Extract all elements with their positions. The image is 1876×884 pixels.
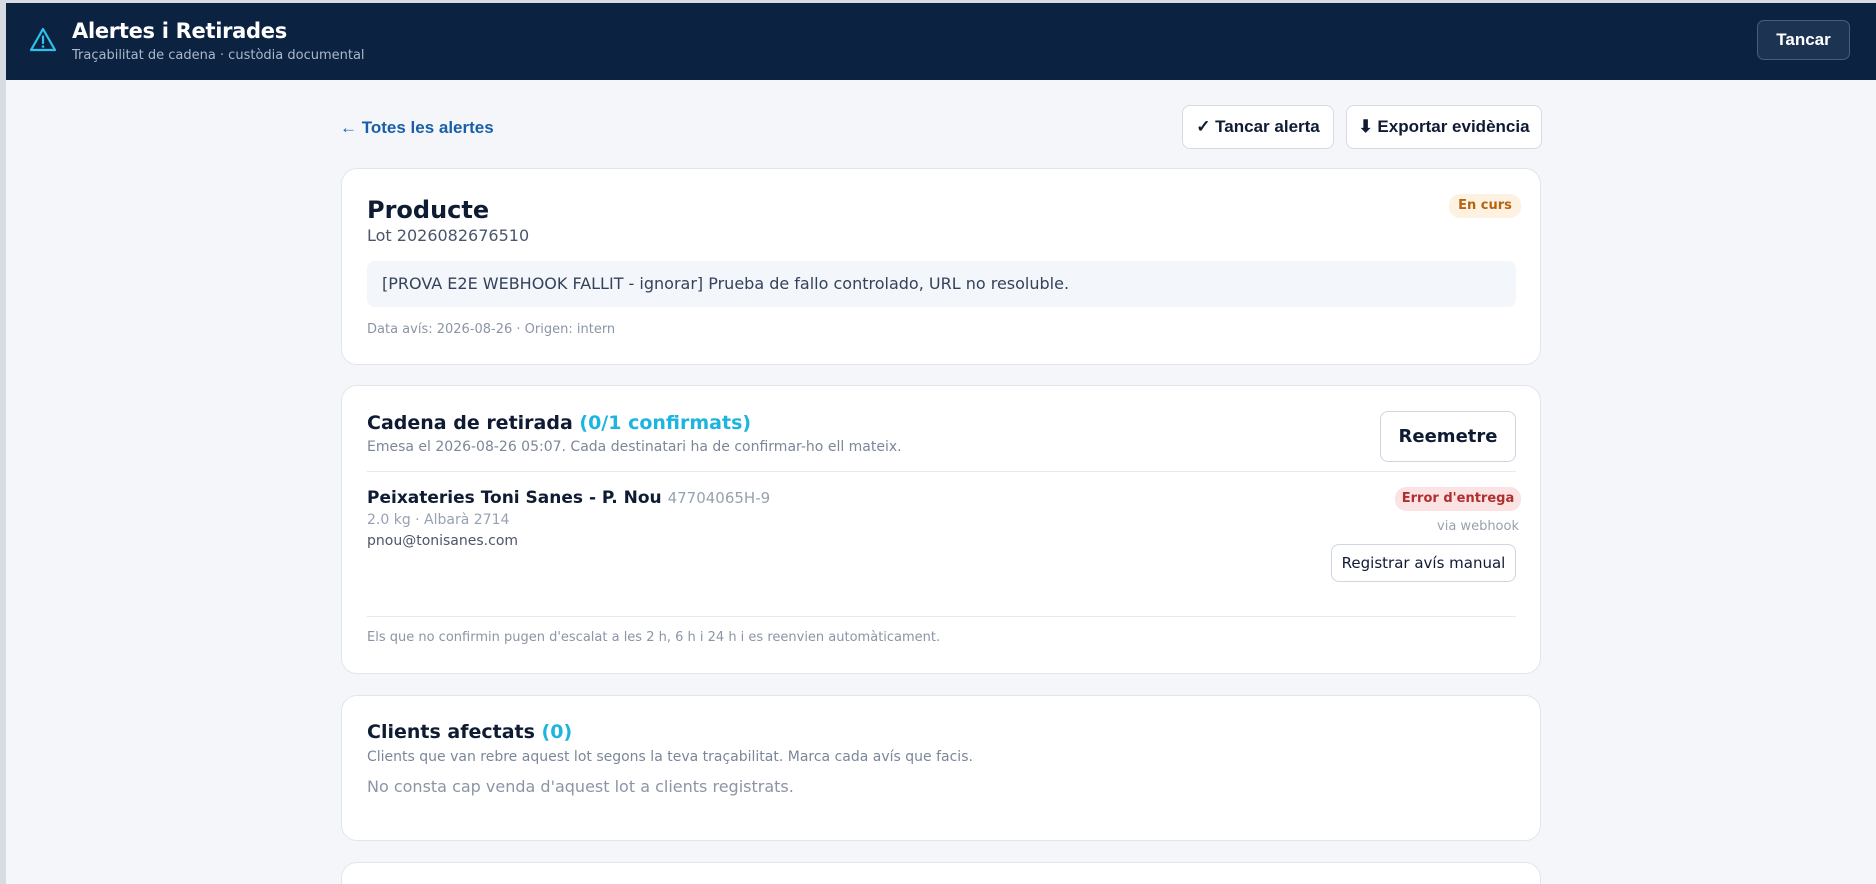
app-title: Alertes i Retirades [72,19,287,43]
recipient-name: Peixateries Toni Sanes - P. Nou [367,488,662,508]
recipient-email: pnou@tonisanes.com [367,533,519,549]
clients-empty-state: No consta cap venda d'aquest lot a clien… [367,777,794,796]
product-lot: Lot 2026082676510 [367,226,530,245]
clients-count: (0) [541,721,573,743]
chain-subtitle: Emesa el 2026-08-26 05:07. Cada destinat… [367,439,902,455]
recipient-heading: Peixateries Toni Sanes - P. Nou 47704065… [367,488,770,508]
alert-description: [PROVA E2E WEBHOOK FALLIT - ignorar] Pru… [367,261,1516,307]
app-window: Alertes i Retirades Traçabilitat de cade… [6,3,1876,884]
next-section-card [341,862,1541,884]
chain-footer-divider [367,616,1516,617]
register-manual-notice-button[interactable]: Registrar avís manual [1331,544,1516,582]
withdrawal-chain-card: Cadena de retirada (0/1 confirmats) Emes… [341,385,1541,674]
recipient-tax-id: 47704065H-9 [667,489,771,507]
export-evidence-button[interactable]: ⬇ Exportar evidència [1346,105,1542,149]
clients-title: Clients afectats [367,721,535,743]
top-bar: Alertes i Retirades Traçabilitat de cade… [6,3,1876,80]
affected-clients-card: Clients afectats (0) Clients que van reb… [341,695,1541,841]
alert-meta: Data avís: 2026-08-26 · Origen: intern [367,322,616,337]
app-subtitle: Traçabilitat de cadena · custòdia docume… [72,48,365,63]
status-badge: En curs [1449,194,1521,218]
chain-divider [367,471,1516,472]
warning-triangle-icon [29,27,57,52]
delivery-channel: via webhook [1437,519,1519,534]
chain-count: (0/1 confirmats) [579,412,752,434]
product-card: Producte Lot 2026082676510 En curs [PROV… [341,168,1541,365]
chain-title: Cadena de retirada [367,412,573,434]
recipient-detail: 2.0 kg · Albarà 2714 [367,512,510,528]
back-to-alerts-link[interactable]: ← Totes les alertes [340,118,494,138]
product-title: Producte [367,196,490,224]
close-button[interactable]: Tancar [1757,20,1850,60]
escalation-note: Els que no confirmin pugen d'escalat a l… [367,630,941,645]
delivery-status-badge: Error d'entrega [1395,487,1521,511]
close-alert-button[interactable]: ✓ Tancar alerta [1182,105,1334,149]
clients-heading: Clients afectats (0) [367,721,572,743]
clients-subtitle: Clients que van rebre aquest lot segons … [367,749,973,765]
resend-button[interactable]: Reemetre [1380,411,1516,462]
chain-heading: Cadena de retirada (0/1 confirmats) [367,412,751,434]
